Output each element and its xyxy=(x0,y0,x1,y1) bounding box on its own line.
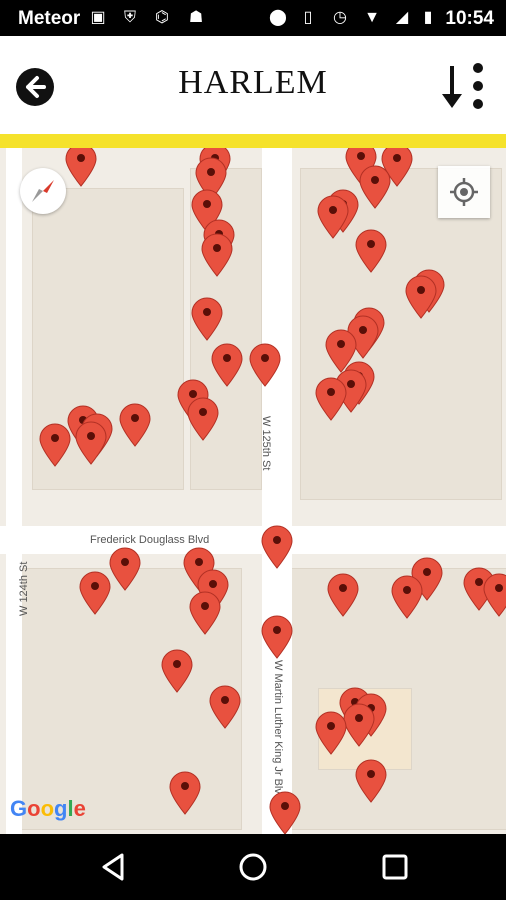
map-pin[interactable] xyxy=(119,403,151,447)
compass-icon xyxy=(32,180,54,202)
accent-divider xyxy=(0,134,506,148)
map-pin[interactable] xyxy=(405,275,437,319)
shield-icon: ⛨ xyxy=(123,9,136,26)
map-pin[interactable] xyxy=(261,525,293,569)
map-pin[interactable] xyxy=(327,573,359,617)
compass-button[interactable] xyxy=(20,168,66,214)
nav-home-button[interactable] xyxy=(236,850,270,884)
map-pin[interactable] xyxy=(269,791,301,834)
signal-icon: ◢ xyxy=(395,9,409,26)
nav-recents-button[interactable] xyxy=(378,850,412,884)
map-pin[interactable] xyxy=(39,423,71,467)
map-pin[interactable] xyxy=(209,685,241,729)
map-pin[interactable] xyxy=(483,573,506,617)
crosshair-icon xyxy=(450,178,478,206)
map-pin[interactable] xyxy=(261,615,293,659)
battery-icon: ▮ xyxy=(423,9,433,26)
system-nav-bar xyxy=(0,834,506,900)
map-pin[interactable] xyxy=(211,343,243,387)
page-title: HARLEM xyxy=(178,64,328,101)
clock: 10:54 xyxy=(445,8,494,29)
my-location-button[interactable] xyxy=(438,166,490,218)
map-pin[interactable] xyxy=(161,649,193,693)
map-pin[interactable] xyxy=(391,575,423,619)
triangle-back-icon xyxy=(102,853,124,881)
nav-back-button[interactable] xyxy=(96,850,130,884)
map-pin[interactable] xyxy=(355,759,387,803)
map-pin[interactable] xyxy=(343,703,375,747)
map-pin[interactable] xyxy=(315,377,347,421)
map-pin[interactable] xyxy=(169,771,201,815)
map-pin[interactable] xyxy=(79,571,111,615)
carrier-name: Meteor xyxy=(18,8,81,29)
vibrate-icon: ▯ xyxy=(303,9,313,26)
map-pin[interactable] xyxy=(355,229,387,273)
square-recents-icon xyxy=(382,854,408,880)
map-pin[interactable] xyxy=(191,297,223,341)
map-pin[interactable] xyxy=(65,148,97,187)
sort-menu-button[interactable] xyxy=(434,62,494,112)
map-pin[interactable] xyxy=(249,343,281,387)
sort-down-icon xyxy=(442,63,483,109)
wifi-icon: ▼ xyxy=(364,9,380,26)
android-icon: ☗ xyxy=(188,9,204,26)
circle-home-icon xyxy=(239,853,267,881)
map-pin[interactable] xyxy=(201,233,233,277)
google-logo: Google xyxy=(10,796,86,821)
map-pin[interactable] xyxy=(315,711,347,755)
map-pin[interactable] xyxy=(109,547,141,591)
location-icon: ⬤ xyxy=(269,9,287,26)
map-pin[interactable] xyxy=(189,591,221,635)
voicemail-icon: ⌬ xyxy=(155,9,169,26)
alarm-icon: ◷ xyxy=(333,9,347,26)
map-pins-layer xyxy=(39,148,506,834)
status-bar: Meteor ▣ ⛨ ⌬ ☗ ⬤ ▯ ◷ ▼ ◢ ▮ 10:54 xyxy=(0,0,506,36)
map-pin[interactable] xyxy=(187,397,219,441)
app-bar: HARLEM xyxy=(0,36,506,134)
image-icon: ▣ xyxy=(90,9,106,26)
map-pin[interactable] xyxy=(75,421,107,465)
map-pin[interactable] xyxy=(359,165,391,209)
map-view[interactable]: Frederick Douglass Blvd W 125th St W 124… xyxy=(0,148,506,834)
